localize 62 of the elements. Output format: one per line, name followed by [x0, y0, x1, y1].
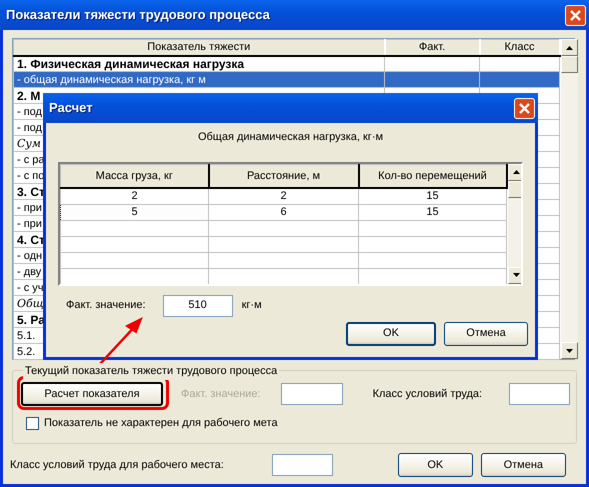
group-label: Текущий показатель тяжести трудового процесса [23, 363, 280, 380]
scroll-thumb[interactable] [560, 56, 578, 73]
scroll-up-button[interactable] [560, 39, 578, 56]
column-header: Класс [480, 40, 560, 56]
ok-button[interactable]: OK [346, 322, 436, 346]
scrollbar[interactable] [560, 39, 578, 359]
footer-label: Класс условий труда для рабочего места: [10, 458, 224, 473]
table-cell[interactable]: Сум [17, 136, 41, 150]
scroll-thumb[interactable] [508, 180, 521, 198]
cancel-button[interactable]: Отмена [444, 322, 528, 346]
column-header: Масса груза, кг [60, 164, 208, 188]
scrollbar[interactable] [508, 164, 521, 284]
table-cell[interactable]: - одн [17, 250, 42, 262]
class-field[interactable] [272, 454, 333, 476]
window-title: Показатели тяжести трудового процесса [6, 6, 270, 24]
table-cell[interactable]: - при [17, 218, 42, 230]
value-field[interactable] [280, 383, 343, 405]
table-cell[interactable]: 2 [60, 188, 208, 204]
table-cell[interactable]: 5.1. [17, 330, 36, 342]
field-label: Факт. значение: [66, 298, 146, 314]
up-arrow-icon [512, 170, 520, 174]
up-arrow-icon [566, 46, 572, 50]
table-cell[interactable]: 15 [358, 204, 506, 220]
column-header: Показатель тяжести [14, 40, 384, 56]
close-icon [569, 8, 582, 22]
close-button[interactable] [565, 4, 586, 26]
table-cell[interactable]: 3. Ст [17, 184, 45, 198]
table-cell[interactable]: - при [17, 202, 42, 214]
ok-button[interactable]: OK [398, 453, 473, 477]
column-header: Расстояние, м [208, 164, 358, 188]
checkbox[interactable] [26, 416, 39, 430]
table-cell[interactable]: 6 [208, 204, 358, 220]
window-title: Расчет [49, 99, 93, 118]
column-header: Факт. [384, 40, 480, 56]
class-field[interactable] [509, 383, 570, 405]
table-cell[interactable]: - под [17, 122, 42, 134]
table-cell[interactable]: - дву [17, 266, 42, 278]
table-cell[interactable]: 2. М [17, 88, 40, 102]
close-button[interactable] [514, 98, 535, 118]
field-label: Класс условий труда: [372, 386, 482, 402]
checkbox-label: Показатель не характерен для рабочего мета [44, 416, 278, 431]
down-arrow-icon [566, 348, 572, 352]
down-arrow-icon [512, 273, 520, 277]
scroll-up-button[interactable] [508, 164, 521, 180]
scroll-down-button[interactable] [508, 266, 521, 284]
table-cell[interactable]: 2 [208, 188, 358, 204]
value-field[interactable]: 510 [162, 294, 233, 316]
table-cell[interactable]: Общ [17, 296, 44, 310]
unit-label: кг·м [242, 298, 262, 314]
table-cell[interactable]: - с уч [17, 282, 44, 294]
cancel-button[interactable]: Отмена [480, 453, 566, 477]
table-cell[interactable]: 5 [60, 204, 208, 220]
scroll-down-button[interactable] [560, 342, 578, 359]
column-header: Кол-во перемещений [358, 164, 506, 188]
table-cell[interactable]: - под [17, 106, 42, 118]
close-icon [518, 102, 531, 114]
table-cell[interactable]: 4. Ст [17, 232, 45, 246]
table-cell[interactable]: 5.2. [17, 346, 36, 358]
calculate-button[interactable]: Расчет показателя [21, 382, 163, 406]
dialog-caption: Общая динамическая нагрузка, кг·м [196, 130, 384, 145]
table-cell[interactable]: 15 [358, 188, 506, 204]
field-label: Факт. значение: [181, 386, 261, 402]
